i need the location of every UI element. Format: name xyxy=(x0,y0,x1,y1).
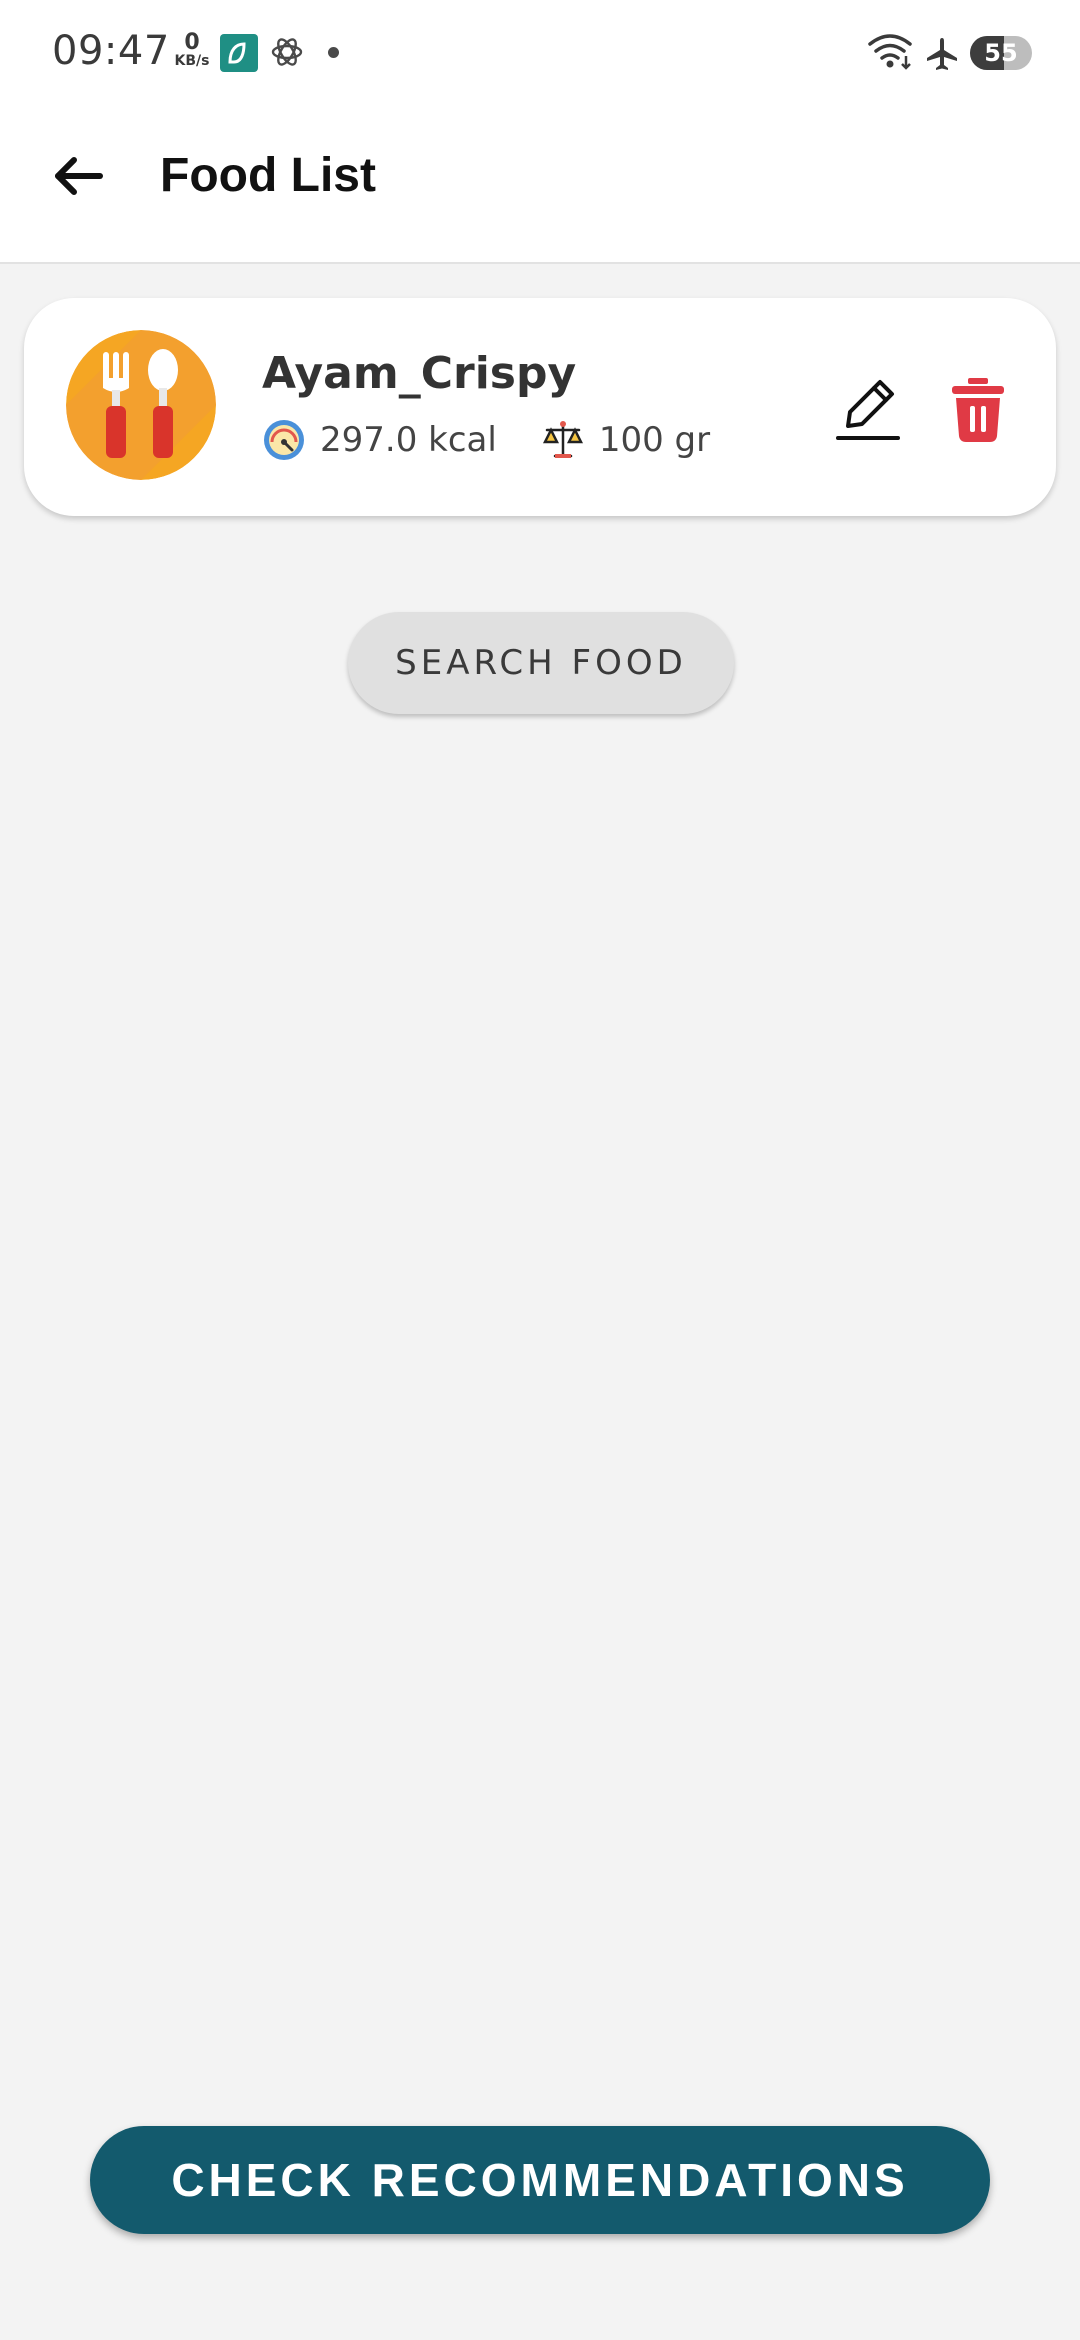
status-bar: 09:47 0 KB/s 55 xyxy=(0,0,1080,100)
pencil-icon xyxy=(836,380,900,440)
net-speed: 0 KB/s xyxy=(172,30,212,69)
airplane-icon xyxy=(924,36,960,72)
fork-spoon-icon xyxy=(66,330,216,480)
wifi-icon xyxy=(866,32,916,72)
status-time: 09:47 xyxy=(52,28,170,74)
app-icon xyxy=(220,34,258,72)
battery-level: 55 xyxy=(984,39,1018,67)
food-weight: 100 gr xyxy=(598,420,711,460)
arrow-left-icon xyxy=(55,157,103,195)
openai-icon xyxy=(268,33,306,71)
food-calories: 297.0 kcal xyxy=(320,420,497,460)
trash-icon xyxy=(952,378,1004,442)
app-bar: Food List xyxy=(0,100,1080,264)
battery-icon: 55 xyxy=(970,36,1032,70)
net-speed-unit: KB/s xyxy=(174,53,210,69)
check-recommendations-button[interactable]: CHECK RECOMMENDATIONS xyxy=(90,2126,990,2234)
net-speed-value: 0 xyxy=(184,30,200,55)
delete-button[interactable] xyxy=(942,374,1014,444)
food-name: Ayam_Crispy xyxy=(262,348,577,399)
back-button[interactable] xyxy=(40,140,120,212)
scale-icon xyxy=(541,418,585,462)
edit-button[interactable] xyxy=(830,368,910,448)
search-food-button[interactable]: SEARCH FOOD xyxy=(348,612,734,714)
page-title: Food List xyxy=(160,149,376,202)
notification-dot xyxy=(328,47,339,58)
food-list-item[interactable]: Ayam_Crispy 297.0 kcal 100 gr xyxy=(24,298,1056,516)
food-meta: 297.0 kcal 100 gr xyxy=(262,418,710,462)
gauge-icon xyxy=(262,418,306,462)
